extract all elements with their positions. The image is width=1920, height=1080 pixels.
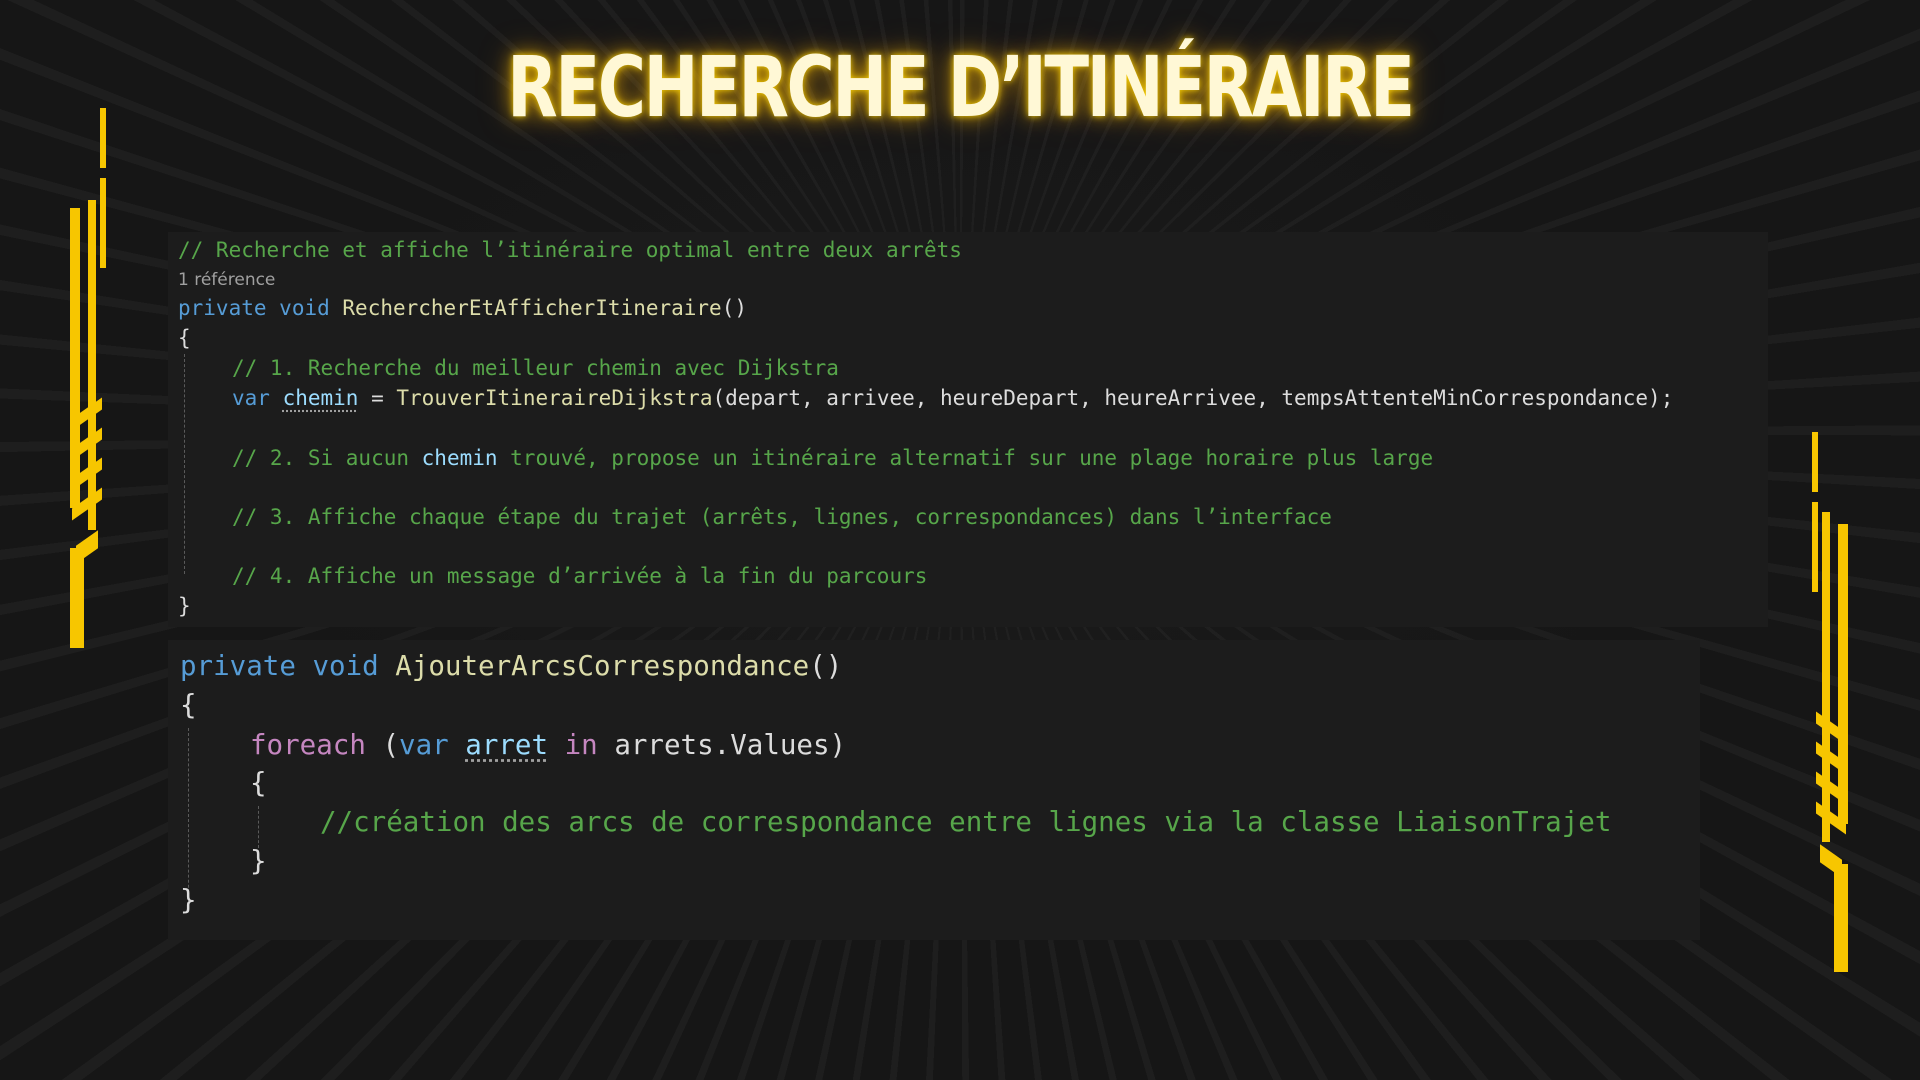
open-paren: ( [365, 729, 400, 761]
open-brace: { [180, 689, 197, 721]
comment-text: trouvé, propose un itinéraire alternatif… [497, 446, 1434, 470]
method-signature: private void RechercherEtAfficherItinera… [178, 296, 747, 320]
code-snippet-arcs: private void AjouterArcsCorrespondance()… [168, 640, 1700, 940]
call-arguments: (depart, arrivee, heureDepart, heureArri… [712, 386, 1674, 410]
inner-open-brace: { [250, 767, 267, 799]
comment-text: // 2. Si aucun [232, 446, 422, 470]
collection-expression: arrets.Values [614, 729, 830, 761]
step1-comment: // 1. Recherche du meilleur chemin avec … [232, 356, 839, 380]
keyword-var: var [232, 386, 270, 410]
close-brace: } [180, 884, 197, 916]
comment-text: //création des arcs de correspondance en… [320, 806, 1612, 838]
highlighted-chemin: chemin [421, 446, 498, 470]
chemin-declaration: var chemin = TrouverItineraireDijkstra(d… [232, 386, 1673, 410]
comment-text: // 3. Affiche chaque étape du trajet (ar… [232, 505, 1332, 529]
reference-count[interactable]: 1 référence [178, 270, 275, 290]
method-parens: () [809, 650, 843, 682]
step2-comment: // 2. Si aucun chemin trouvé, propose un… [232, 446, 1433, 470]
left-bracket-decoration [68, 108, 108, 648]
close-paren: ) [829, 729, 847, 761]
close-brace: } [178, 594, 191, 618]
variable-chemin[interactable]: chemin [283, 386, 359, 410]
slide: RECHERCHE D’ITINÉRAIRE // Recherche et a… [0, 0, 1920, 1080]
code-snippet-recherche: // Recherche et affiche l’itinéraire opt… [168, 232, 1768, 627]
keyword-private: private [180, 650, 296, 682]
slide-title: RECHERCHE D’ITINÉRAIRE [507, 38, 1415, 136]
keyword-void: void [312, 650, 379, 682]
keyword-private: private [178, 296, 267, 320]
keyword-in: in [564, 729, 598, 761]
comment-text: // Recherche et affiche l’itinéraire opt… [178, 238, 962, 262]
comment-text: // 1. Recherche du meilleur chemin avec … [232, 356, 839, 380]
method-name: RechercherEtAfficherItineraire [342, 296, 722, 320]
variable-arret[interactable]: arret [465, 729, 548, 761]
method-name: AjouterArcsCorrespondance [395, 650, 810, 682]
comment-header: // Recherche et affiche l’itinéraire opt… [178, 238, 962, 262]
open-brace: { [178, 326, 191, 350]
keyword-var: var [399, 729, 449, 761]
keyword-foreach: foreach [250, 729, 366, 761]
assign-operator: = [358, 386, 397, 410]
inner-indent-guide [258, 806, 259, 848]
keyword-void: void [279, 296, 330, 320]
method-parens: () [721, 296, 747, 320]
right-bracket-decoration [1810, 432, 1850, 972]
indent-guide [184, 354, 185, 574]
call-name: TrouverItineraireDijkstra [396, 386, 713, 410]
inner-close-brace: } [250, 845, 267, 877]
creation-comment: //création des arcs de correspondance en… [320, 806, 1611, 838]
step4-comment: // 4. Affiche un message d’arrivée à la … [232, 564, 927, 588]
comment-text: // 4. Affiche un message d’arrivée à la … [232, 564, 928, 588]
indent-guide [188, 728, 189, 908]
method-signature: private void AjouterArcsCorrespondance() [180, 650, 842, 682]
foreach-statement: foreach (var arret in arrets.Values) [250, 729, 846, 761]
step3-comment: // 3. Affiche chaque étape du trajet (ar… [232, 505, 1332, 529]
